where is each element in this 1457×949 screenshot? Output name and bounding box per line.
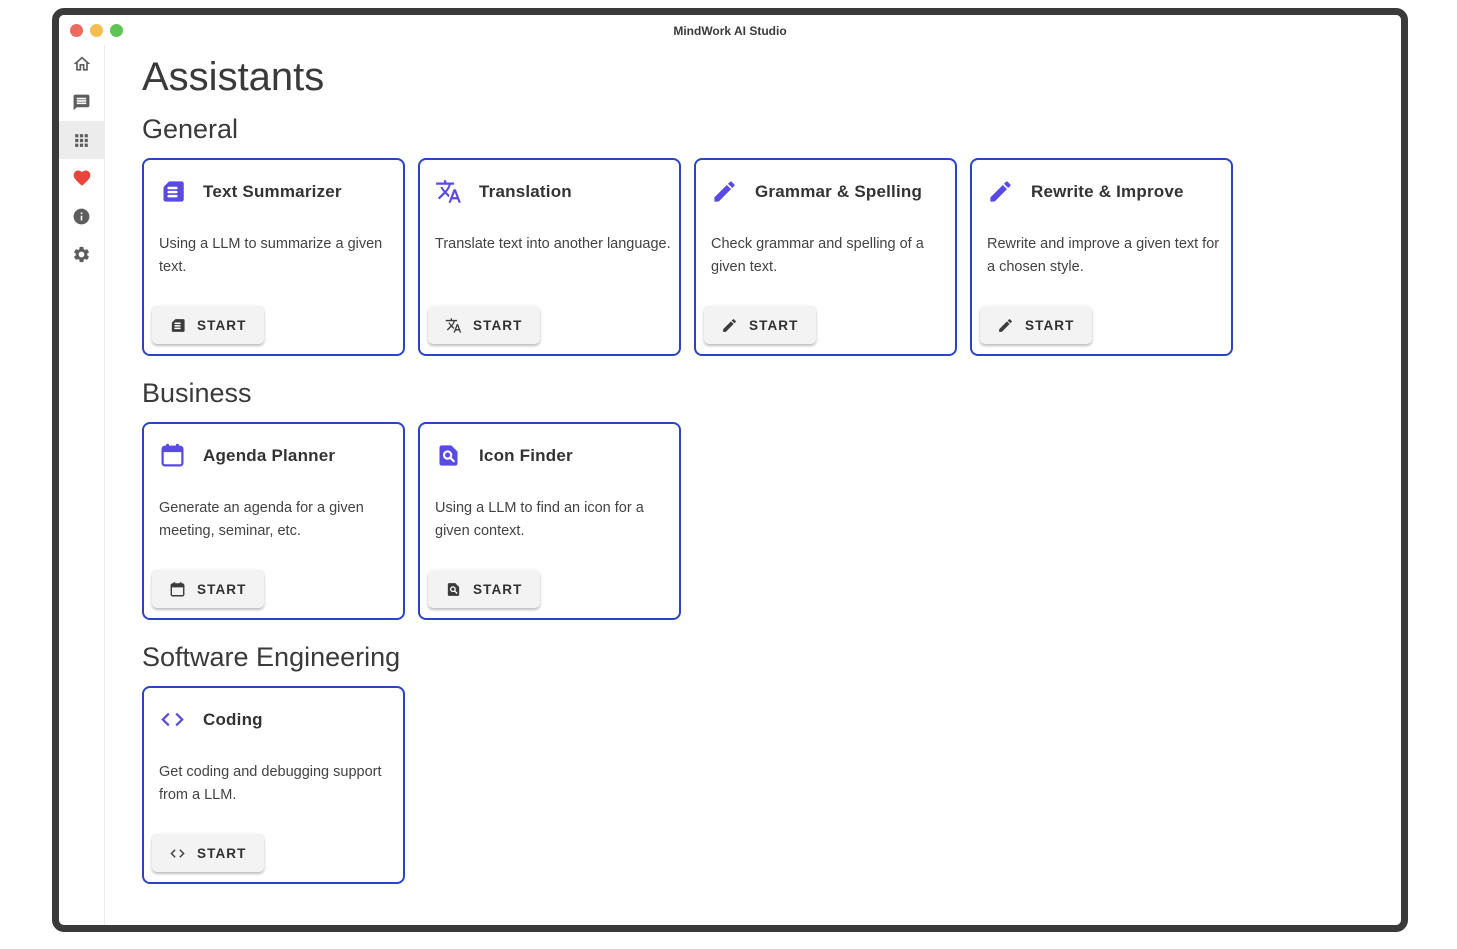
- card-row: Text Summarizer Using a LLM to summarize…: [142, 158, 1401, 356]
- assistant-card[interactable]: Agenda Planner Generate an agenda for a …: [142, 422, 405, 620]
- assistant-section: General Text Summarizer Using a LLM to s…: [142, 112, 1401, 356]
- card-header: Grammar & Spelling: [711, 178, 940, 205]
- assistant-card[interactable]: Icon Finder Using a LLM to find an icon …: [418, 422, 681, 620]
- section-heading: Business: [142, 376, 1401, 410]
- sidebar: [59, 45, 105, 925]
- start-button[interactable]: START: [152, 306, 264, 344]
- translate-icon: [445, 317, 462, 334]
- card-title: Rewrite & Improve: [1031, 182, 1184, 202]
- close-button[interactable]: [70, 24, 83, 37]
- chat-icon: [72, 93, 91, 112]
- heart-icon: [72, 168, 92, 188]
- start-button[interactable]: START: [152, 834, 264, 872]
- card-header: Icon Finder: [435, 442, 664, 469]
- section-heading: General: [142, 112, 1401, 146]
- assistant-card[interactable]: Text Summarizer Using a LLM to summarize…: [142, 158, 405, 356]
- assistant-card[interactable]: Grammar & Spelling Check grammar and spe…: [694, 158, 957, 356]
- start-button-label: START: [197, 846, 247, 861]
- main-content: Assistants General Text Summarizer Using…: [105, 45, 1401, 925]
- card-description: Check grammar and spelling of a given te…: [711, 233, 947, 279]
- start-button-label: START: [473, 318, 523, 333]
- card-description: Translate text into another language.: [435, 233, 671, 256]
- gear-icon: [72, 245, 91, 264]
- sidebar-item-chats[interactable]: [59, 83, 104, 121]
- card-row: Agenda Planner Generate an agenda for a …: [142, 422, 1401, 620]
- card-header: Rewrite & Improve: [987, 178, 1216, 205]
- titlebar[interactable]: MindWork AI Studio: [59, 15, 1401, 45]
- start-button-label: START: [197, 582, 247, 597]
- assistant-section: Software Engineering Coding Get coding a…: [142, 640, 1401, 884]
- summarize-icon: [159, 178, 186, 205]
- translate-icon: [435, 178, 462, 205]
- start-button[interactable]: START: [428, 306, 540, 344]
- edit-icon: [997, 317, 1014, 334]
- page-title: Assistants: [142, 52, 1401, 102]
- calendar-icon: [159, 442, 186, 469]
- start-button-label: START: [1025, 318, 1075, 333]
- start-button-label: START: [197, 318, 247, 333]
- assistant-card[interactable]: Rewrite & Improve Rewrite and improve a …: [970, 158, 1233, 356]
- card-description: Using a LLM to summarize a given text.: [159, 233, 395, 279]
- card-description: Rewrite and improve a given text for a c…: [987, 233, 1223, 279]
- start-button[interactable]: START: [428, 570, 540, 608]
- sections: General Text Summarizer Using a LLM to s…: [142, 112, 1401, 884]
- section-heading: Software Engineering: [142, 640, 1401, 674]
- sidebar-item-about[interactable]: [59, 197, 104, 235]
- card-description: Get coding and debugging support from a …: [159, 761, 395, 807]
- card-title: Agenda Planner: [203, 446, 335, 466]
- assistant-section: Business Agenda Planner Generate an agen…: [142, 376, 1401, 620]
- calendar-icon: [169, 581, 186, 598]
- sidebar-item-favorites[interactable]: [59, 159, 104, 197]
- card-title: Translation: [479, 182, 572, 202]
- window-title: MindWork AI Studio: [59, 15, 1401, 47]
- card-description: Generate an agenda for a given meeting, …: [159, 497, 395, 543]
- traffic-lights: [70, 24, 123, 37]
- start-button-label: START: [749, 318, 799, 333]
- start-button[interactable]: START: [980, 306, 1092, 344]
- zoom-button[interactable]: [110, 24, 123, 37]
- edit-icon: [711, 178, 738, 205]
- card-header: Coding: [159, 706, 388, 733]
- sidebar-item-home[interactable]: [59, 45, 104, 83]
- card-description: Using a LLM to find an icon for a given …: [435, 497, 671, 543]
- icon-search-icon: [435, 442, 462, 469]
- code-icon: [159, 706, 186, 733]
- card-row: Coding Get coding and debugging support …: [142, 686, 1401, 884]
- minimize-button[interactable]: [90, 24, 103, 37]
- start-button-label: START: [473, 582, 523, 597]
- assistant-card[interactable]: Coding Get coding and debugging support …: [142, 686, 405, 884]
- edit-icon: [987, 178, 1014, 205]
- code-icon: [169, 845, 186, 862]
- card-header: Text Summarizer: [159, 178, 388, 205]
- sidebar-item-assistants[interactable]: [59, 121, 104, 159]
- app-window: MindWork AI Studio: [52, 8, 1408, 932]
- home-icon: [72, 54, 92, 74]
- card-title: Text Summarizer: [203, 182, 342, 202]
- card-title: Coding: [203, 710, 263, 730]
- sidebar-item-settings[interactable]: [59, 235, 104, 273]
- assistant-card[interactable]: Translation Translate text into another …: [418, 158, 681, 356]
- summarize-icon: [169, 317, 186, 334]
- edit-icon: [721, 317, 738, 334]
- card-header: Agenda Planner: [159, 442, 388, 469]
- info-icon: [72, 207, 91, 226]
- start-button[interactable]: START: [704, 306, 816, 344]
- card-title: Icon Finder: [479, 446, 573, 466]
- icon-search-icon: [445, 581, 462, 598]
- apps-grid-icon: [72, 131, 91, 150]
- start-button[interactable]: START: [152, 570, 264, 608]
- card-header: Translation: [435, 178, 664, 205]
- card-title: Grammar & Spelling: [755, 182, 922, 202]
